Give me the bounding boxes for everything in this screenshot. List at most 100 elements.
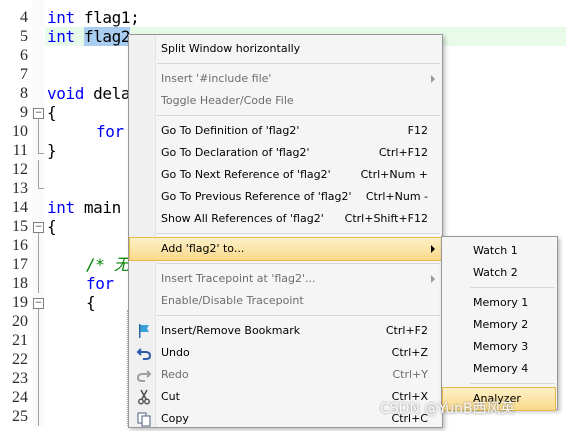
menu-item-bookmark[interactable]: Insert/Remove Bookmark Ctrl+F2 [130,320,441,342]
menu-item-show-all-references[interactable]: Show All References of 'flag2' Ctrl+Shif… [130,208,441,230]
code-line-19[interactable]: { [86,293,96,312]
menu-item-enable-tracepoint[interactable]: Enable/Disable Tracepoint [130,290,441,312]
submenu-item-label: Memory 4 [473,362,529,375]
scissors-icon [136,389,152,405]
code-line-18[interactable]: for [86,274,114,293]
menu-item-label: Cut [161,390,180,403]
fold-guide-line [38,160,39,188]
menu-item-shortcut: F12 [407,124,428,137]
line-number: 10 [12,123,28,140]
code-line-15[interactable]: { [47,217,57,236]
code-line-5[interactable]: int flag2 [47,27,131,46]
editor-context-menu: Split Window horizontally Insert '#inclu… [128,34,443,428]
code-line-17[interactable]: /* 无 [86,255,130,274]
submenu-item-watch-1[interactable]: Watch 1 [443,240,555,262]
menu-item-label: Split Window horizontally [161,42,301,55]
submenu-item-label: Watch 2 [473,266,518,279]
code-line-14[interactable]: int main [47,198,121,217]
undo-arrow-icon [136,345,152,361]
keyword: int [47,198,75,217]
menu-item-shortcut: Ctrl+F12 [378,146,428,159]
menu-separator [470,383,555,384]
collapse-toggle-icon[interactable]: − [33,108,44,119]
submenu-item-memory-3[interactable]: Memory 3 [443,336,555,358]
fold-guide-line [38,309,39,426]
menu-item-toggle-header[interactable]: Toggle Header/Code File [130,90,441,112]
menu-item-goto-declaration[interactable]: Go To Declaration of 'flag2' Ctrl+F12 [130,142,441,164]
menu-item-label: Go To Next Reference of 'flag2' [161,168,331,181]
keyword: for [96,122,124,141]
code-line-8[interactable]: void dela [47,84,131,103]
line-number: 20 [12,313,28,330]
code-line-9[interactable]: { [47,103,57,122]
code-text: main [74,198,121,217]
menu-item-label: Go To Definition of 'flag2' [161,124,300,137]
line-number: 16 [12,237,28,254]
menu-item-label: Go To Previous Reference of 'flag2' [161,190,352,203]
menu-item-label: Insert '#include file' [161,72,272,85]
menu-item-shortcut: Ctrl+Num - [365,190,428,203]
menu-separator [157,263,440,264]
menu-item-shortcut: Ctrl+Shift+F12 [344,212,428,225]
menu-item-label: Show All References of 'flag2' [161,212,324,225]
menu-item-label: Enable/Disable Tracepoint [161,294,304,307]
line-number: 18 [12,275,28,292]
menu-item-shortcut: Ctrl+F2 [385,324,428,337]
menu-item-split-window[interactable]: Split Window horizontally [130,38,441,60]
line-number: 21 [12,332,28,349]
line-number: 23 [12,370,28,387]
submenu-item-label: Memory 2 [473,318,529,331]
menu-item-shortcut: Ctrl+Y [392,368,428,381]
menu-item-redo[interactable]: Redo Ctrl+Y [130,364,441,386]
menu-item-shortcut: Ctrl+Num + [360,168,428,181]
submenu-arrow-icon [431,275,435,283]
add-to-submenu: Watch 1 Watch 2 Memory 1 Memory 2 Memory… [441,236,558,411]
menu-item-undo[interactable]: Undo Ctrl+Z [130,342,441,364]
submenu-item-memory-1[interactable]: Memory 1 [443,292,555,314]
code-text: { [47,217,57,236]
menu-item-label: Add 'flag2' to... [161,242,245,255]
menu-item-shortcut: Ctrl+Z [391,346,428,359]
menu-item-goto-definition[interactable]: Go To Definition of 'flag2' F12 [130,120,441,142]
line-number: 9 [20,104,28,121]
collapse-toggle-icon[interactable]: − [33,298,44,309]
submenu-item-label: Watch 1 [473,244,518,257]
code-line-4[interactable]: int flag1; [47,8,140,27]
menu-item-insert-tracepoint[interactable]: Insert Tracepoint at 'flag2'... [130,268,441,290]
submenu-arrow-icon [431,75,435,83]
keyword: for [86,274,114,293]
line-number: 22 [12,351,28,368]
code-line-10[interactable]: for [96,122,124,141]
submenu-arrow-icon [431,245,435,253]
line-number: 6 [20,47,28,64]
menu-item-label: Redo [161,368,189,381]
fold-guide-line [38,233,39,293]
menu-item-goto-previous-reference[interactable]: Go To Previous Reference of 'flag2' Ctrl… [130,186,441,208]
line-number: 17 [12,256,28,273]
fold-guide-line [38,119,39,153]
menu-separator [157,63,440,64]
line-number: 12 [12,161,28,178]
submenu-item-memory-2[interactable]: Memory 2 [443,314,555,336]
menu-item-label: Insert/Remove Bookmark [161,324,301,337]
fold-end-marker [38,153,44,154]
submenu-item-memory-4[interactable]: Memory 4 [443,358,555,380]
collapse-toggle-icon[interactable]: − [33,222,44,233]
line-number: 5 [20,28,28,45]
code-line-11[interactable]: } [47,141,57,160]
menu-item-insert-include[interactable]: Insert '#include file' [130,68,441,90]
menu-item-label: Go To Declaration of 'flag2' [161,146,310,159]
code-text: flag1; [74,8,140,27]
keyword: int [47,8,75,27]
line-number: 19 [12,294,28,311]
menu-item-goto-next-reference[interactable]: Go To Next Reference of 'flag2' Ctrl+Num… [130,164,441,186]
line-number: 14 [12,199,28,216]
submenu-item-watch-2[interactable]: Watch 2 [443,262,555,284]
line-number: 7 [20,66,28,83]
selected-identifier[interactable]: flag2 [83,27,131,46]
menu-separator [157,115,440,116]
redo-arrow-icon [136,367,152,383]
menu-item-add-to[interactable]: Add 'flag2' to... [129,237,442,261]
code-text: } [47,141,57,160]
menu-item-label: Toggle Header/Code File [161,94,294,107]
